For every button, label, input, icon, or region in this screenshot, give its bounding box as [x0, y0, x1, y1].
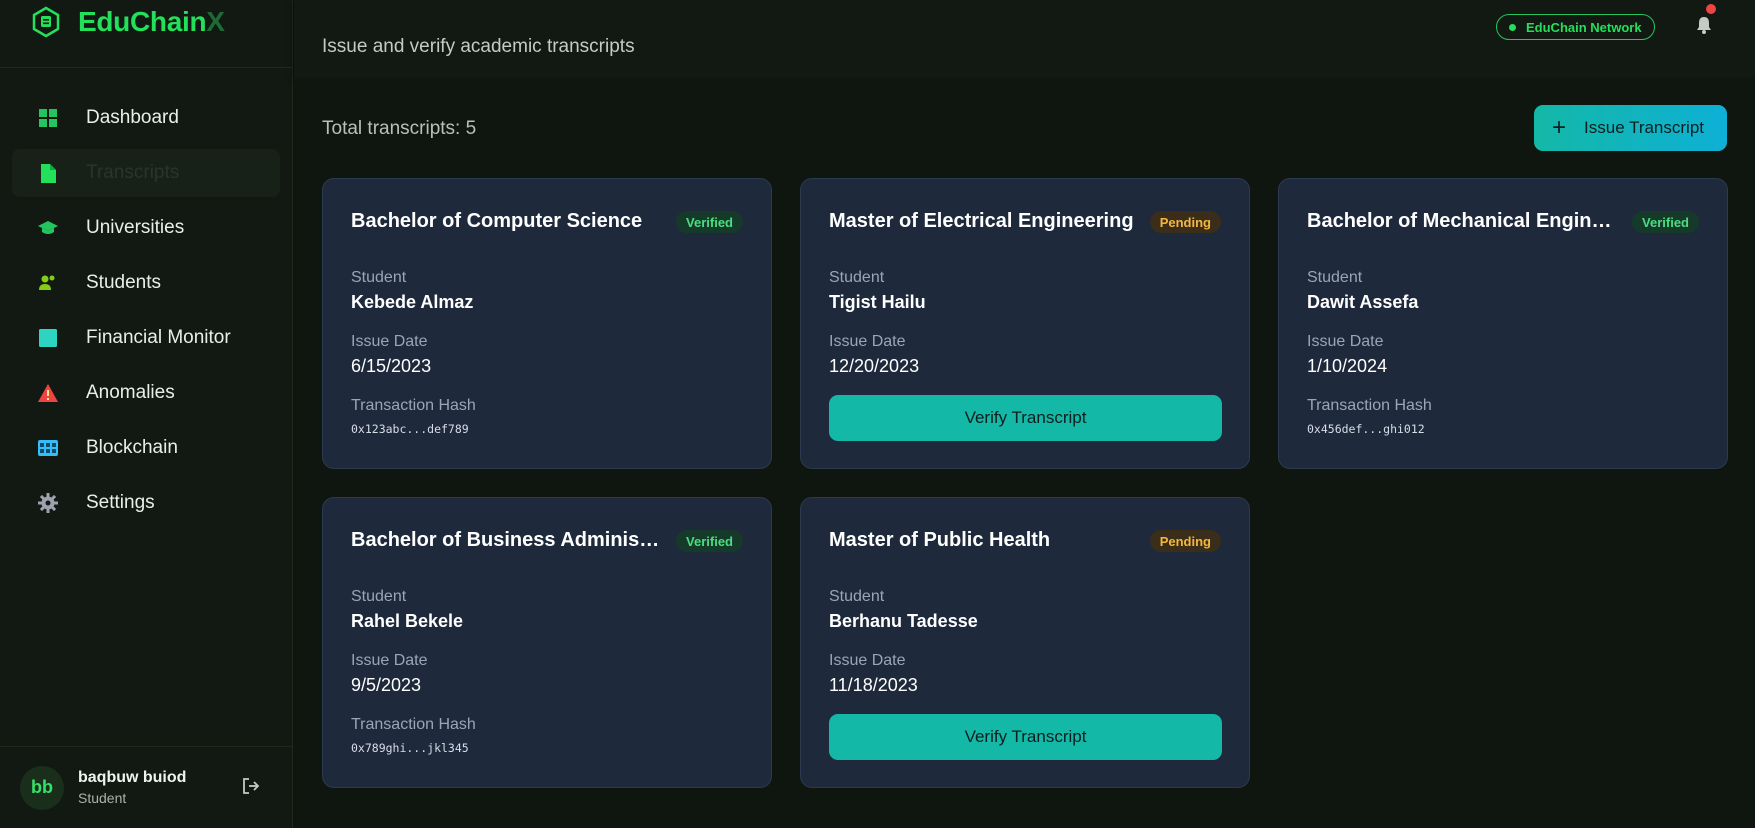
hash-label: Transaction Hash	[1307, 397, 1432, 414]
user-name: baqbuw buiod	[78, 769, 187, 786]
sidebar-item-label: Anomalies	[86, 382, 175, 403]
user-role: Student	[78, 790, 127, 806]
transcript-title: Bachelor of Mechanical Engineering	[1307, 210, 1617, 232]
logout-icon[interactable]	[242, 777, 262, 797]
sidebar-nav: Dashboard Transcripts Universities Stude…	[0, 94, 292, 527]
transaction-hash: 0x456def...ghi012	[1307, 422, 1425, 436]
student-name: Dawit Assefa	[1307, 292, 1419, 312]
sidebar-item-anomalies[interactable]: Anomalies	[12, 369, 280, 417]
issue-date: 11/18/2023	[829, 675, 918, 695]
transcript-title: Bachelor of Computer Science	[351, 210, 643, 232]
transcript-title: Master of Public Health	[829, 529, 1051, 551]
chain-logo-icon	[30, 6, 62, 38]
graduation-cap-icon	[38, 218, 58, 238]
sidebar: EduChainX Dashboard Transcripts Universi…	[0, 0, 293, 828]
student-name: Kebede Almaz	[351, 292, 474, 312]
verify-transcript-button[interactable]: Verify Transcript	[829, 395, 1222, 441]
sidebar-item-settings[interactable]: Settings	[12, 479, 280, 527]
issue-date: 6/15/2023	[351, 356, 432, 376]
network-status-badge[interactable]: EduChain Network	[1496, 14, 1655, 40]
student-label: Student	[829, 588, 885, 605]
dashboard-icon	[38, 108, 58, 128]
student-label: Student	[351, 588, 407, 605]
issue-date-label: Issue Date	[829, 333, 906, 350]
student-name: Rahel Bekele	[351, 611, 464, 631]
blocks-icon	[38, 438, 58, 458]
status-dot-icon	[1509, 23, 1516, 31]
brand-name: EduChainX	[78, 5, 225, 37]
brand[interactable]: EduChainX	[0, 0, 292, 68]
issue-date-label: Issue Date	[829, 652, 906, 669]
user-panel: bb baqbuw buiod Student	[0, 746, 293, 828]
plus-icon: +	[1552, 114, 1567, 141]
transcript-card: Bachelor of Business Administration Veri…	[322, 497, 772, 788]
student-label: Student	[1307, 269, 1363, 286]
warning-icon	[38, 383, 58, 403]
verify-transcript-button[interactable]: Verify Transcript	[829, 714, 1222, 760]
transcript-title: Bachelor of Business Administration	[351, 529, 661, 551]
chart-square-icon	[38, 328, 58, 348]
user-info: baqbuw buiod Student	[78, 769, 186, 806]
total-transcripts: Total transcripts: 5	[322, 118, 477, 139]
student-label: Student	[829, 269, 885, 286]
issue-transcript-label: Issue Transcript	[1584, 118, 1705, 137]
issue-date-label: Issue Date	[1307, 333, 1384, 350]
student-label: Student	[351, 269, 407, 286]
bell-icon[interactable]	[1696, 16, 1716, 36]
sidebar-item-label: Dashboard	[86, 107, 179, 128]
sidebar-item-transcripts[interactable]: Transcripts	[12, 149, 280, 197]
top-bar: Issue and verify academic transcripts Ed…	[294, 0, 1755, 78]
issue-date: 9/5/2023	[351, 675, 422, 695]
sidebar-item-universities[interactable]: Universities	[12, 204, 280, 252]
issue-date-label: Issue Date	[351, 652, 428, 669]
status-badge: Verified	[676, 211, 743, 233]
document-icon	[38, 163, 58, 183]
users-icon	[38, 273, 58, 293]
issue-date: 1/10/2024	[1307, 356, 1388, 376]
sidebar-item-financial-monitor[interactable]: Financial Monitor	[12, 314, 280, 362]
status-badge: Verified	[1632, 211, 1699, 233]
avatar[interactable]: bb	[20, 765, 64, 810]
student-name: Berhanu Tadesse	[829, 611, 978, 631]
network-name: EduChain Network	[1526, 19, 1642, 35]
transcript-card: Master of Electrical Engineering Pending…	[800, 178, 1250, 469]
notification-dot	[1706, 4, 1716, 14]
gear-icon	[38, 493, 58, 513]
sidebar-item-label: Settings	[86, 492, 155, 513]
transcript-card: Bachelor of Computer Science Verified St…	[322, 178, 772, 469]
sidebar-item-label: Universities	[86, 217, 185, 238]
sidebar-item-label: Blockchain	[86, 437, 178, 458]
sidebar-item-dashboard[interactable]: Dashboard	[12, 94, 280, 142]
status-badge: Verified	[676, 530, 743, 552]
sidebar-item-label: Transcripts	[86, 162, 180, 183]
hash-label: Transaction Hash	[351, 716, 476, 733]
sidebar-item-blockchain[interactable]: Blockchain	[12, 424, 280, 472]
page-subtitle: Issue and verify academic transcripts	[322, 36, 635, 57]
sidebar-item-students[interactable]: Students	[12, 259, 280, 307]
hash-label: Transaction Hash	[351, 397, 476, 414]
transaction-hash: 0x123abc...def789	[351, 422, 469, 436]
student-name: Tigist Hailu	[829, 292, 926, 312]
transcript-card: Bachelor of Mechanical Engineering Verif…	[1278, 178, 1728, 469]
transcript-card: Master of Public Health Pending Student …	[800, 497, 1250, 788]
issue-transcript-button[interactable]: + Issue Transcript	[1534, 105, 1727, 151]
sidebar-item-label: Financial Monitor	[86, 327, 231, 348]
status-badge: Pending	[1149, 530, 1221, 552]
transcript-title: Master of Electrical Engineering	[829, 210, 1134, 232]
main-content: Total transcripts: 5 + Issue Transcript …	[294, 78, 1755, 828]
transaction-hash: 0x789ghi...jkl345	[351, 741, 469, 755]
status-badge: Pending	[1149, 211, 1221, 233]
issue-date: 12/20/2023	[829, 356, 920, 376]
sidebar-item-label: Students	[86, 272, 161, 293]
issue-date-label: Issue Date	[351, 333, 428, 350]
